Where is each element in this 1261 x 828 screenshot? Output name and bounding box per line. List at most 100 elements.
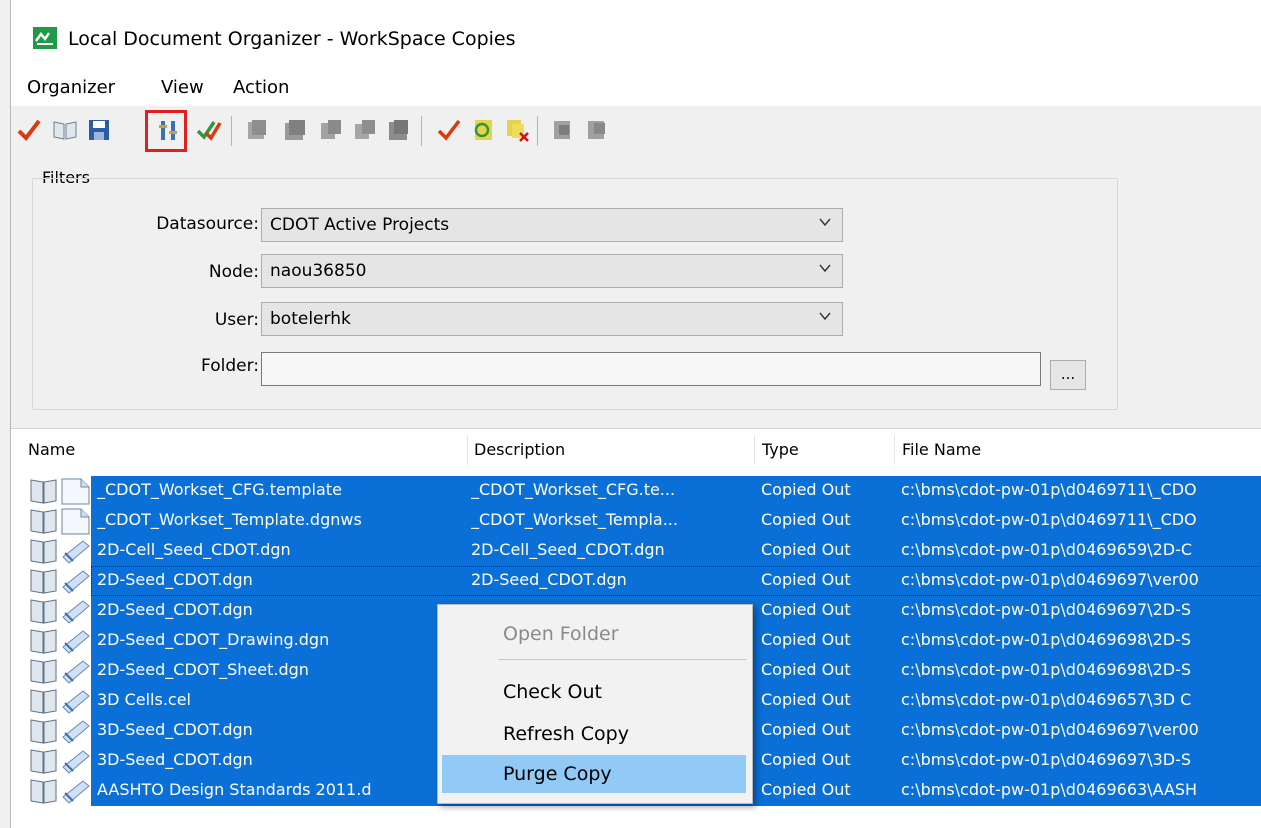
column-divider[interactable]	[894, 435, 895, 465]
cell-file-name: c:\bms\cdot-pw-01p\d0469697\2D-S	[901, 600, 1191, 619]
cell-name: 3D-Seed_CDOT.dgn	[97, 720, 253, 739]
cell-name: 3D Cells.cel	[97, 690, 191, 709]
context-menu-item-open-folder: Open Folder	[503, 623, 619, 645]
check-in-icon[interactable]	[15, 116, 43, 144]
cell-type: Copied Out	[761, 630, 851, 649]
cell-file-name: c:\bms\cdot-pw-01p\d0469698\2D-S	[901, 660, 1191, 679]
dgn-document-icon	[29, 657, 91, 685]
chevron-down-icon	[819, 218, 831, 227]
cell-description: _CDOT_Workset_Templa...	[471, 510, 678, 529]
dgn-document-icon	[29, 537, 91, 565]
cell-type: Copied Out	[761, 570, 851, 589]
column-header-type[interactable]: Type	[762, 429, 799, 471]
copy-in-icon	[549, 116, 577, 144]
purge-copy-icon[interactable]	[503, 116, 531, 144]
toolbar-separator	[231, 116, 232, 146]
cell-description: 2D-Seed_CDOT.dgn	[471, 570, 627, 589]
cell-file-name: c:\bms\cdot-pw-01p\d0469697\3D-S	[901, 750, 1191, 769]
cell-file-name: c:\bms\cdot-pw-01p\d0469697\ver00	[901, 720, 1199, 739]
table-row[interactable]: 2D-Seed_CDOT.dgn 2D-Seed_CDOT.dgn Copied O…	[11, 566, 1261, 596]
dgn-document-icon	[29, 597, 91, 625]
check-all-icon[interactable]	[195, 116, 223, 144]
cell-file-name: c:\bms\cdot-pw-01p\d0469657\3D C	[901, 690, 1192, 709]
cell-name: _CDOT_Workset_Template.dgnws	[97, 510, 362, 529]
context-menu-item-check-out[interactable]: Check Out	[442, 673, 746, 711]
template-document-icon	[29, 507, 91, 535]
cell-file-name: c:\bms\cdot-pw-01p\d0469697\ver00	[901, 570, 1199, 589]
dgn-document-icon	[29, 777, 91, 805]
toolbar-separator	[421, 116, 422, 146]
toolbar-separator	[537, 116, 538, 146]
free-icon	[385, 116, 413, 144]
cell-type: Copied Out	[761, 750, 851, 769]
title-bar[interactable]: Local Document Organizer - WorkSpace Cop…	[11, 0, 1261, 70]
cell-file-name: c:\bms\cdot-pw-01p\d0469663\AASH	[901, 780, 1198, 799]
save-icon[interactable]	[85, 116, 113, 144]
app-logo-icon	[33, 27, 57, 49]
cell-description: _CDOT_Workset_CFG.te...	[471, 480, 676, 499]
column-divider[interactable]	[467, 435, 468, 465]
datasource-select[interactable]: CDOT Active Projects	[261, 208, 843, 242]
cell-type: Copied Out	[761, 690, 851, 709]
dgn-document-icon	[29, 687, 91, 715]
cell-type: Copied Out	[761, 540, 851, 559]
dgn-document-icon	[29, 627, 91, 655]
column-header-file-name[interactable]: File Name	[902, 429, 981, 471]
datasource-value: CDOT Active Projects	[270, 215, 450, 235]
cell-type: Copied Out	[761, 660, 851, 679]
folder-input[interactable]	[261, 352, 1041, 386]
refresh-copy-icon[interactable]	[469, 116, 497, 144]
menu-action[interactable]: Action	[233, 77, 289, 98]
window-title: Local Document Organizer - WorkSpace Cop…	[68, 28, 516, 50]
datasource-label: Datasource:	[156, 214, 259, 234]
cell-file-name: c:\bms\cdot-pw-01p\d0469659\2D-C	[901, 540, 1193, 559]
user-label: User:	[214, 310, 259, 330]
user-select[interactable]: botelerhk	[261, 302, 843, 336]
copy-out-icon	[351, 116, 379, 144]
cell-name: 3D-Seed_CDOT.dgn	[97, 750, 253, 769]
cell-type: Copied Out	[761, 780, 851, 799]
verify-icon[interactable]	[435, 116, 463, 144]
dgn-document-icon	[29, 567, 91, 595]
context-menu-item-purge-copy[interactable]: Purge Copy	[442, 755, 746, 793]
context-menu-separator	[498, 659, 746, 660]
cell-file-name: c:\bms\cdot-pw-01p\d0469698\2D-S	[901, 630, 1191, 649]
node-value: naou36850	[270, 261, 367, 281]
column-divider[interactable]	[754, 435, 755, 465]
table-row[interactable]: _CDOT_Workset_Template.dgnws _CDOT_Workse…	[11, 506, 1261, 536]
export-icon	[243, 116, 271, 144]
cell-name: 2D-Seed_CDOT_Sheet.dgn	[97, 660, 309, 679]
menu-bar: Organizer View Action	[11, 70, 1261, 106]
cell-description: 2D-Cell_Seed_CDOT.dgn	[471, 540, 665, 559]
column-header-name[interactable]: Name	[28, 429, 75, 471]
table-row[interactable]: 2D-Cell_Seed_CDOT.dgn 2D-Cell_Seed_CDOT.d…	[11, 536, 1261, 566]
node-label: Node:	[208, 262, 259, 282]
chevron-down-icon	[819, 312, 831, 321]
template-document-icon	[29, 477, 91, 505]
cell-type: Copied Out	[761, 480, 851, 499]
cell-name: 2D-Cell_Seed_CDOT.dgn	[97, 540, 291, 559]
context-menu-item-refresh-copy[interactable]: Refresh Copy	[442, 715, 746, 753]
highlight-box	[145, 110, 187, 152]
menu-view[interactable]: View	[161, 77, 204, 98]
column-header-description[interactable]: Description	[474, 429, 565, 471]
user-value: botelerhk	[270, 309, 351, 329]
cell-name: _CDOT_Workset_CFG.template	[97, 480, 342, 499]
node-select[interactable]: naou36850	[261, 254, 843, 288]
cell-type: Copied Out	[761, 510, 851, 529]
update-server-icon	[583, 116, 611, 144]
dgn-document-icon	[29, 717, 91, 745]
import-icon	[281, 116, 309, 144]
toolbar	[11, 106, 1261, 162]
menu-organizer[interactable]: Organizer	[27, 77, 115, 98]
cell-name: 2D-Seed_CDOT.dgn	[97, 600, 253, 619]
table-row[interactable]: _CDOT_Workset_CFG.template _CDOT_Workset_…	[11, 476, 1261, 506]
browse-button[interactable]: ...	[1050, 360, 1086, 390]
open-book-icon[interactable]	[51, 116, 79, 144]
context-menu: Open Folder Check Out Refresh Copy Purge Co…	[437, 604, 753, 804]
copy-icon	[317, 116, 345, 144]
app-window: Local Document Organizer - WorkSpace Cop…	[10, 0, 1261, 828]
cell-type: Copied Out	[761, 720, 851, 739]
cell-name: AASHTO Design Standards 2011.d	[97, 780, 372, 799]
chevron-down-icon	[819, 264, 831, 273]
